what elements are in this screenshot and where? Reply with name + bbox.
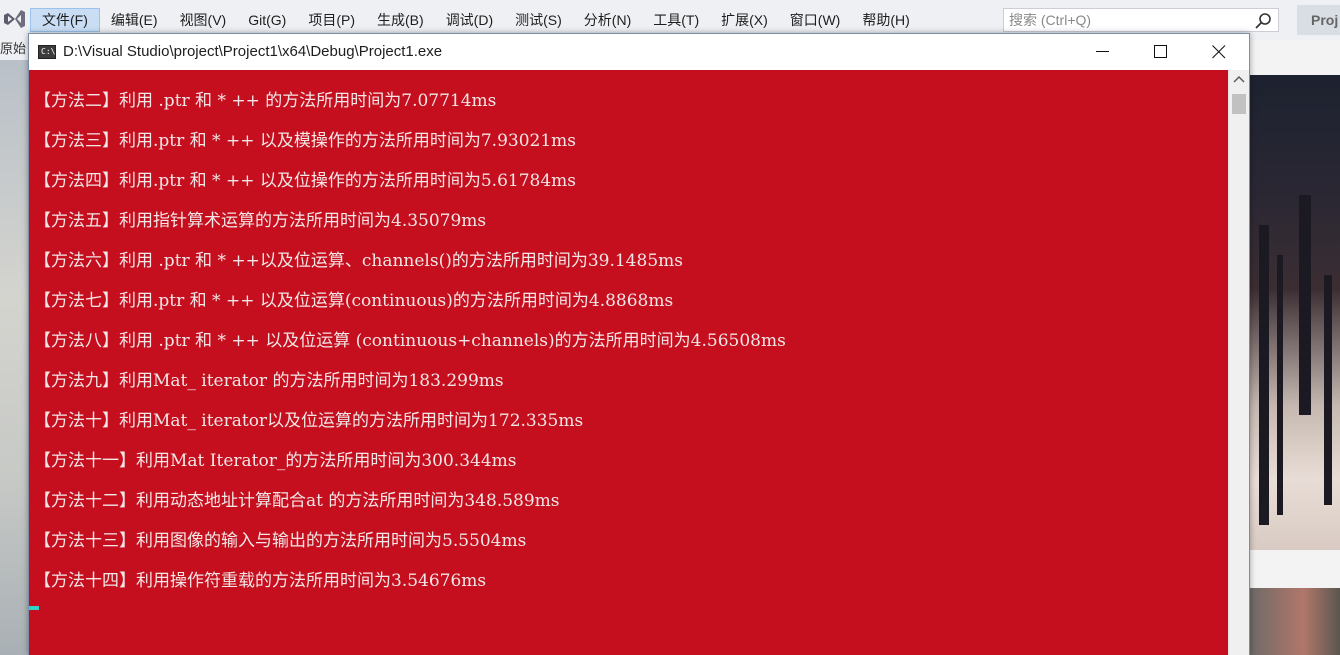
vs-search-box	[1003, 8, 1279, 32]
output-line: 【方法十三】利用图像的输入与输出的方法所用时间为5.5504ms	[34, 531, 527, 551]
scroll-up-arrow-icon[interactable]	[1229, 70, 1249, 90]
console-window: C:\ D:\Visual Studio\project\Project1\x6…	[28, 33, 1250, 655]
search-input[interactable]	[1004, 9, 1244, 31]
menu-tools[interactable]: 工具(T)	[642, 8, 710, 32]
menu-file[interactable]: 文件(F)	[30, 8, 100, 32]
minimize-icon	[1096, 51, 1109, 52]
output-line: 【方法四】利用.ptr 和 * ++ 以及位操作的方法所用时间为5.61784m…	[34, 171, 576, 191]
background-anime-image	[1249, 75, 1340, 550]
menu-edit[interactable]: 编辑(E)	[100, 8, 169, 32]
menu-build[interactable]: 生成(B)	[366, 8, 435, 32]
scrollbar-thumb[interactable]	[1232, 94, 1246, 114]
close-button[interactable]	[1190, 34, 1248, 70]
vertical-scrollbar[interactable]	[1228, 70, 1249, 655]
output-line: 【方法十】利用Mat_ iterator以及位运算的方法所用时间为172.335…	[34, 411, 584, 431]
output-line: 【方法五】利用指针算术运算的方法所用时间为4.35079ms	[34, 211, 487, 231]
close-icon	[1212, 45, 1226, 59]
menu-test[interactable]: 测试(S)	[504, 8, 573, 32]
text-cursor	[29, 606, 39, 610]
menu-help[interactable]: 帮助(H)	[851, 8, 920, 32]
output-line: 【方法九】利用Mat_ iterator 的方法所用时间为183.299ms	[34, 371, 504, 391]
minimize-button[interactable]	[1074, 34, 1132, 70]
console-title: D:\Visual Studio\project\Project1\x64\De…	[63, 43, 443, 60]
console-titlebar[interactable]: C:\ D:\Visual Studio\project\Project1\x6…	[29, 34, 1249, 70]
search-icon[interactable]	[1254, 12, 1272, 30]
menu-project[interactable]: 项目(P)	[297, 8, 366, 32]
console-app-icon: C:\	[38, 45, 56, 59]
output-line: 【方法十四】利用操作符重载的方法所用时间为3.54676ms	[34, 571, 487, 591]
output-line: 【方法七】利用.ptr 和 * ++ 以及位运算(continuous)的方法所…	[34, 291, 674, 311]
maximize-icon	[1154, 45, 1167, 58]
menu-extensions[interactable]: 扩展(X)	[710, 8, 779, 32]
output-line: 【方法十二】利用动态地址计算配合at 的方法所用时间为348.589ms	[34, 491, 560, 511]
maximize-button[interactable]	[1132, 34, 1190, 70]
visual-studio-logo-icon	[4, 10, 25, 28]
output-line: 【方法三】利用.ptr 和 * ++ 以及模操作的方法所用时间为7.93021m…	[34, 131, 576, 151]
output-line: 【方法八】利用 .ptr 和 * ++ 以及位运算 (continuous+ch…	[34, 331, 786, 351]
sidebar-label: 原始	[0, 40, 28, 60]
background-left-strip	[0, 60, 28, 655]
background-bottom-right	[1249, 588, 1340, 655]
menu-git[interactable]: Git(G)	[237, 8, 297, 32]
menu-window[interactable]: 窗口(W)	[779, 8, 852, 32]
project-tab[interactable]: Proj	[1297, 5, 1340, 35]
vs-menu: 文件(F) 编辑(E) 视图(V) Git(G) 项目(P) 生成(B) 调试(…	[30, 8, 921, 32]
output-line: 【方法六】利用 .ptr 和 * ++以及位运算、channels()的方法所用…	[34, 251, 683, 271]
menu-debug[interactable]: 调试(D)	[435, 8, 504, 32]
output-line: 【方法十一】利用Mat Iterator_的方法所用时间为300.344ms	[34, 451, 517, 471]
menu-view[interactable]: 视图(V)	[169, 8, 238, 32]
console-icon-text: C:\	[41, 47, 56, 56]
console-lines: 【方法二】利用 .ptr 和 * ++ 的方法所用时间为7.07714ms 【方…	[34, 87, 786, 607]
console-output[interactable]: 【方法二】利用 .ptr 和 * ++ 的方法所用时间为7.07714ms 【方…	[29, 70, 1228, 655]
output-line: 【方法二】利用 .ptr 和 * ++ 的方法所用时间为7.07714ms	[34, 91, 497, 111]
menu-analyze[interactable]: 分析(N)	[573, 8, 642, 32]
